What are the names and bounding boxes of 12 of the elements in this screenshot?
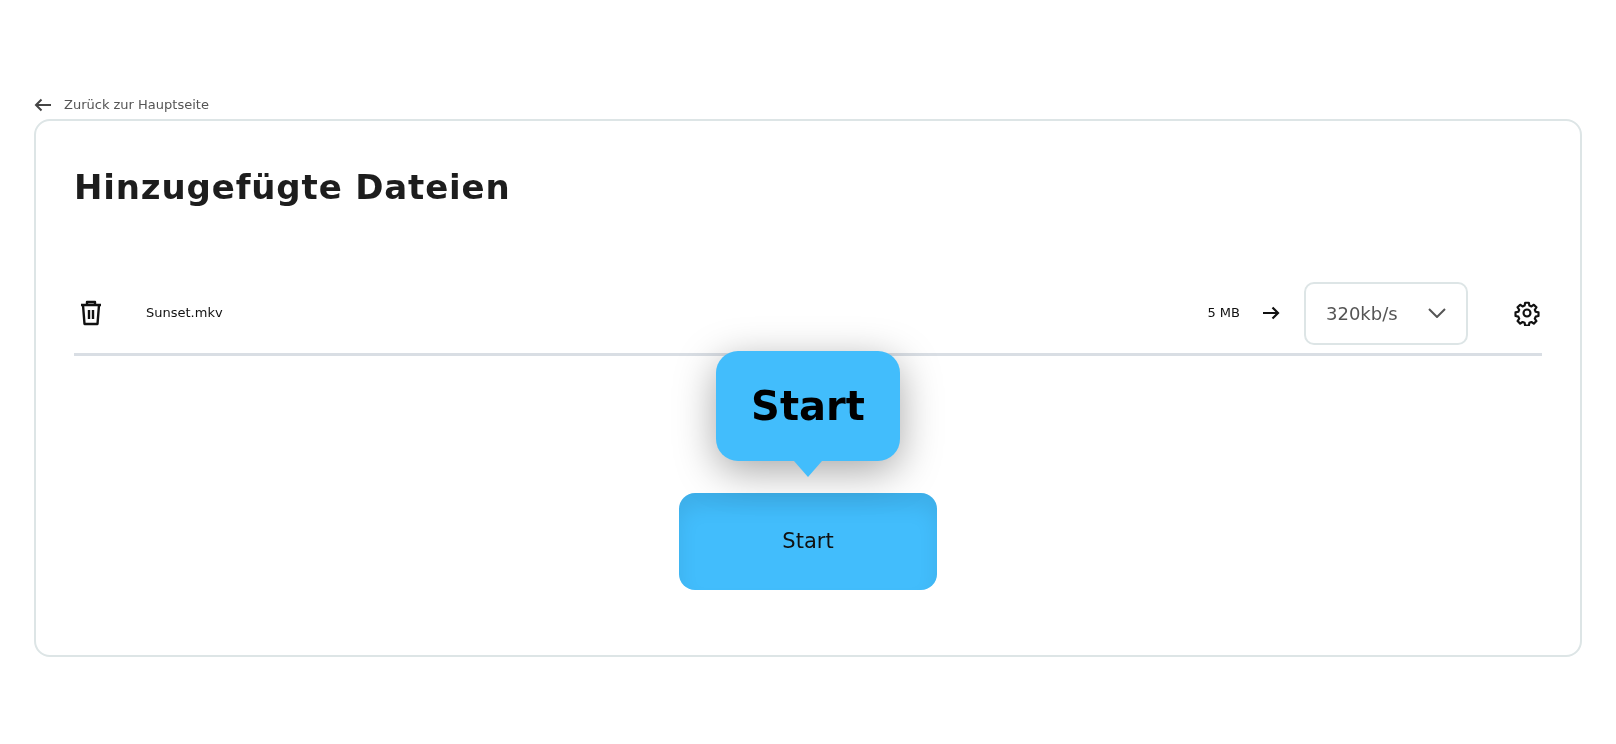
tooltip-pointer-icon bbox=[794, 461, 822, 477]
file-size: 5 MB bbox=[1207, 304, 1240, 323]
page-title: Hinzugefügte Dateien bbox=[74, 166, 512, 209]
settings-icon[interactable] bbox=[1514, 300, 1540, 326]
back-link[interactable]: Zurück zur Hauptseite bbox=[34, 95, 1582, 115]
back-arrow-icon bbox=[34, 98, 52, 112]
bitrate-dropdown[interactable]: 320kb/s bbox=[1304, 281, 1468, 345]
arrow-icon bbox=[1262, 306, 1280, 320]
chevron-down-icon bbox=[1428, 308, 1446, 318]
file-name: Sunset.mkv bbox=[146, 304, 223, 323]
trash-icon[interactable] bbox=[80, 300, 102, 326]
start-button[interactable]: Start bbox=[679, 493, 937, 590]
